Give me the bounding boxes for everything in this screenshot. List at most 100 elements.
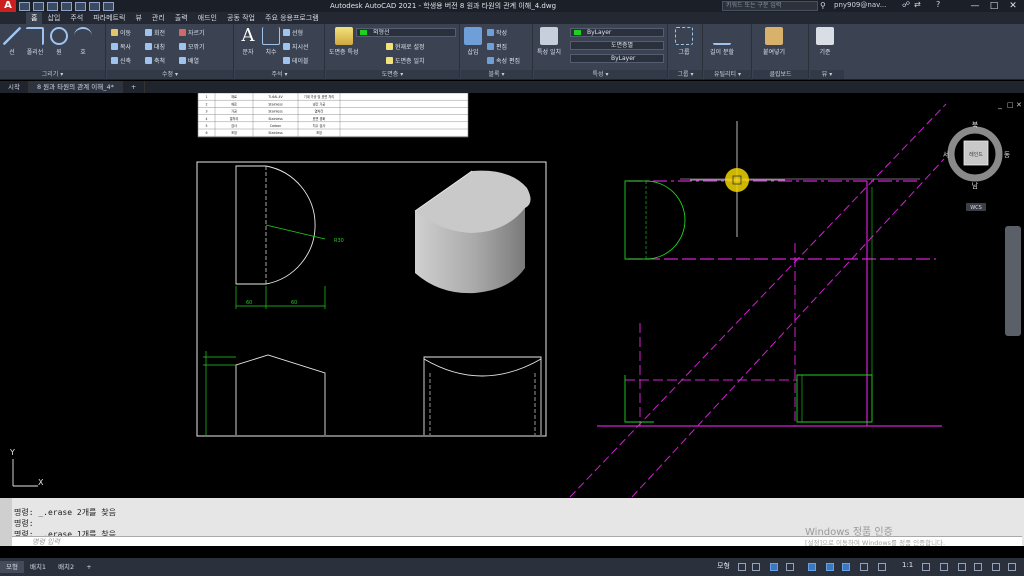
tab-drawing[interactable]: 8 원과 타원의 관계 이해_4* <box>28 81 123 93</box>
tab-insert[interactable]: 삽입 <box>42 12 65 24</box>
modify-panel-label[interactable]: 수정 ▾ <box>107 70 233 79</box>
lineweight-dropdown[interactable]: ByLayer <box>570 54 664 63</box>
edit-block-tool[interactable]: 편집 <box>487 42 507 51</box>
create-block-tool[interactable]: 작성 <box>487 28 507 37</box>
clipboard-panel-label[interactable]: 클립보드 <box>753 70 808 79</box>
ortho-icon[interactable] <box>770 563 778 571</box>
snap-icon[interactable] <box>752 563 760 571</box>
user-account[interactable]: pny909@nav... <box>834 1 886 9</box>
clean-screen-icon[interactable] <box>992 563 1000 571</box>
side-view[interactable] <box>423 356 542 435</box>
viewport-close-icon[interactable]: ✕ <box>1016 101 1022 109</box>
print-icon[interactable] <box>75 1 86 11</box>
otrack-icon[interactable] <box>826 563 834 571</box>
fillet-tool[interactable]: 모깎기 <box>179 42 205 51</box>
isolate-icon[interactable] <box>958 563 966 571</box>
table-tool[interactable]: 테이블 <box>283 56 309 65</box>
stretch-tool[interactable]: 신축 <box>111 56 131 65</box>
color-dropdown[interactable]: ByLayer <box>570 28 664 37</box>
tab-view[interactable]: 뷰 <box>130 12 146 24</box>
open-file-icon[interactable] <box>33 1 44 11</box>
tab-start[interactable]: 시작 <box>0 81 29 93</box>
layer-dropdown[interactable]: 외형선 <box>356 28 456 37</box>
hardware-acceleration-icon[interactable] <box>974 563 982 571</box>
command-window-handle[interactable] <box>0 498 12 546</box>
circle-tool[interactable]: 원 <box>50 27 68 56</box>
polyline-tool[interactable]: 폴리선 <box>26 27 44 56</box>
tab-featured-apps[interactable]: 주요 응용프로그램 <box>260 12 324 24</box>
redo-icon[interactable] <box>103 1 114 11</box>
view-panel-label[interactable]: 뷰 ▾ <box>810 70 844 79</box>
viewcube[interactable]: 레인드 북 남 동 서 WCS <box>943 121 1011 211</box>
groups-panel-label[interactable]: 그룹 ▾ <box>669 70 702 79</box>
add-layout-button[interactable]: + <box>80 561 97 573</box>
transparency-icon[interactable] <box>860 563 868 571</box>
tab-addins[interactable]: 애드인 <box>193 12 222 24</box>
block-panel-label[interactable]: 블록 ▾ <box>461 70 532 79</box>
save-as-icon[interactable] <box>61 1 72 11</box>
help-icon[interactable]: ? <box>936 0 940 9</box>
base-view-tool[interactable]: 기준 <box>816 27 834 56</box>
leader-tool[interactable]: 지시선 <box>283 42 309 51</box>
trim-tool[interactable]: 자르기 <box>179 28 205 37</box>
top-view[interactable] <box>235 165 316 285</box>
close-button[interactable]: ✕ <box>1004 0 1022 12</box>
search-input[interactable]: 키워드 또는 구문 입력 <box>722 1 818 11</box>
paste-tool[interactable]: 붙여넣기 <box>763 27 785 56</box>
tab-model[interactable]: 모형 <box>0 561 24 573</box>
group-tool[interactable]: 그룹 <box>675 27 693 56</box>
scale-tool[interactable]: 축척 <box>145 56 165 65</box>
maximize-button[interactable]: □ <box>985 0 1003 12</box>
polar-icon[interactable] <box>786 563 794 571</box>
compass-east[interactable]: 동 <box>1004 151 1011 159</box>
navigation-bar[interactable] <box>1005 226 1021 336</box>
layer-properties-tool[interactable]: 도면층 특성 <box>329 27 359 56</box>
insert-block-tool[interactable]: 삽입 <box>464 27 482 56</box>
undo-icon[interactable] <box>89 1 100 11</box>
compass-west[interactable]: 서 <box>943 150 949 159</box>
arc-tool[interactable]: 호 <box>74 27 92 56</box>
viewport-restore-icon[interactable]: □ <box>1007 101 1014 109</box>
move-tool[interactable]: 이동 <box>111 28 131 37</box>
tab-manage[interactable]: 관리 <box>147 12 170 24</box>
autocad-logo[interactable]: A <box>0 0 16 12</box>
model-space-toggle[interactable]: 모형 <box>717 561 730 571</box>
front-view[interactable] <box>235 354 326 435</box>
copy-tool[interactable]: 복사 <box>111 42 131 51</box>
new-file-icon[interactable] <box>19 1 30 11</box>
new-tab-button[interactable]: + <box>123 81 146 93</box>
draw-panel-label[interactable]: 그리기 ▾ <box>0 70 105 79</box>
properties-panel-label[interactable]: 특성 ▾ <box>534 70 667 79</box>
save-icon[interactable] <box>47 1 58 11</box>
rotate-tool[interactable]: 회전 <box>145 28 165 37</box>
minimize-button[interactable]: — <box>966 0 984 12</box>
model-space-canvas[interactable]: 1 재료 Ti-6Al-4V 기계 가공 및 표면 처리 2 재료 Stainless 냉간 … <box>0 93 1024 498</box>
annotation-scale[interactable]: 1:1 <box>902 561 913 569</box>
lineweight-icon[interactable] <box>842 563 850 571</box>
annotation-scale-icon[interactable] <box>878 563 886 571</box>
plus-icon[interactable] <box>940 563 948 571</box>
linetype-dropdown[interactable]: 도면층별 <box>570 41 664 50</box>
measure-tool[interactable]: 길이 분할 <box>710 27 734 56</box>
layer-match-tool[interactable]: 도면층 일치 <box>386 56 425 65</box>
tab-output[interactable]: 출력 <box>170 12 193 24</box>
edit-attributes-tool[interactable]: 속성 편집 <box>487 56 520 65</box>
grid-icon[interactable] <box>738 563 746 571</box>
exchange-icon[interactable]: ⇄ <box>914 0 921 9</box>
layers-panel-label[interactable]: 도면층 ▾ <box>326 70 459 79</box>
tab-layout1[interactable]: 배치1 <box>24 561 52 573</box>
tab-home[interactable]: 홈 <box>26 12 43 24</box>
isometric-view[interactable] <box>414 170 531 294</box>
tab-annotate[interactable]: 주석 <box>65 12 88 24</box>
text-tool[interactable]: A 문자 <box>239 27 257 57</box>
match-properties-tool[interactable]: 특성 일치 <box>537 27 561 56</box>
tab-parametric[interactable]: 파라메트릭 <box>88 12 130 24</box>
array-tool[interactable]: 배열 <box>179 56 199 65</box>
compass-north[interactable]: 북 <box>972 121 979 129</box>
mirror-tool[interactable]: 대칭 <box>145 42 165 51</box>
viewport-minimize-icon[interactable]: _ <box>997 100 1003 109</box>
customize-menu-icon[interactable] <box>1008 563 1016 571</box>
tab-layout2[interactable]: 배치2 <box>52 561 80 573</box>
linear-dimension-tool[interactable]: 선형 <box>283 28 303 37</box>
make-current-tool[interactable]: 현재로 설정 <box>386 42 425 51</box>
